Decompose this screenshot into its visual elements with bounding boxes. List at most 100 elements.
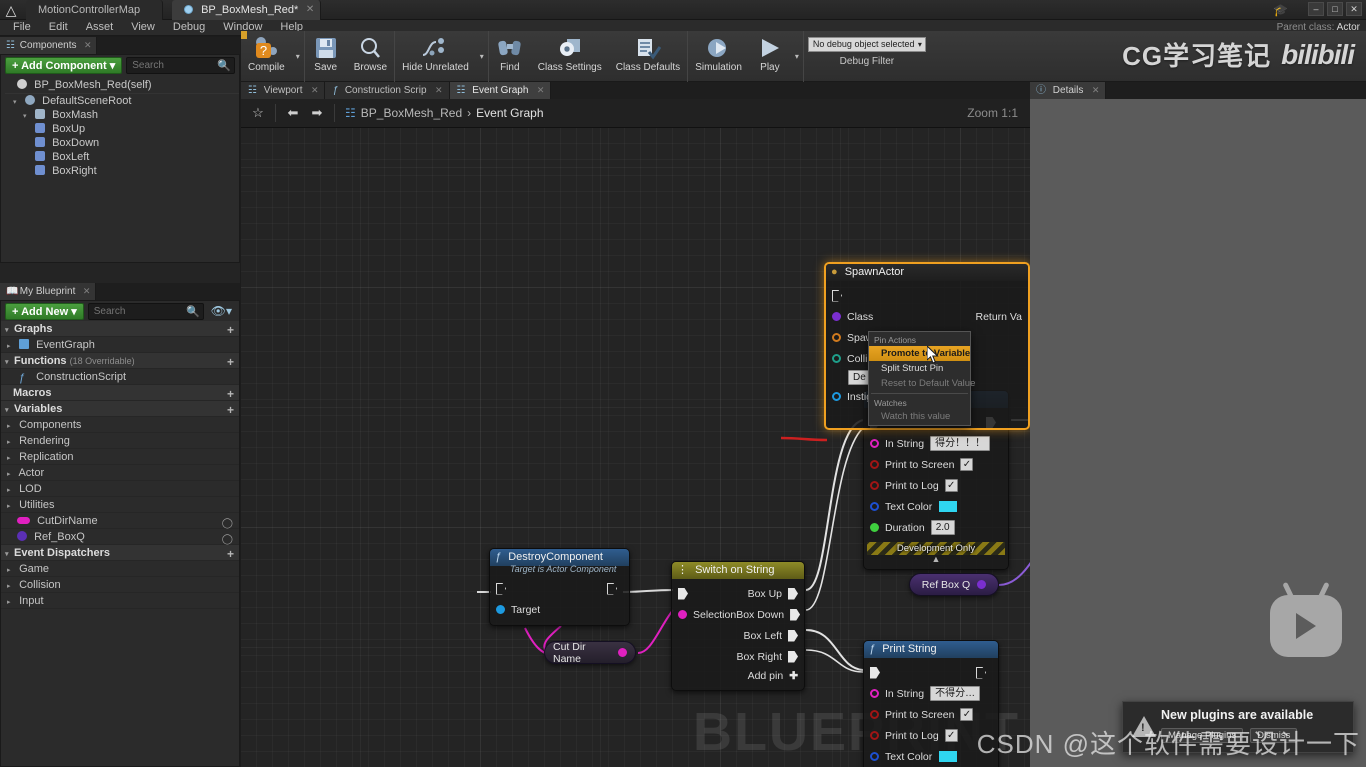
exec-out-pin[interactable] [607,582,617,595]
print-to-log-checkbox[interactable]: ✓ [944,479,958,492]
close-icon[interactable]: ✕ [435,82,443,99]
compile-dropdown-icon[interactable]: ▾ [292,52,304,61]
tree-row-boxdown[interactable]: BoxDown [5,136,239,150]
print-to-screen-pin[interactable] [870,710,879,719]
breadcrumb-root[interactable]: BP_BoxMesh_Red [361,106,462,120]
close-icon[interactable]: ✕ [83,283,91,300]
row-var-cutdirname[interactable]: CutDirName ◯ [1,513,239,529]
find-button[interactable]: Find [489,31,531,82]
menu-view[interactable]: View [122,20,164,35]
menu-item-promote-to-variable[interactable]: Promote to Variable [869,346,970,361]
add-function-button[interactable]: + [227,354,234,370]
tab-my-blueprint[interactable]: 📖 My Blueprint ✕ [0,283,97,300]
row-var-replication[interactable]: ▸ Replication [1,449,239,465]
output-pin[interactable] [977,580,987,589]
row-var-components[interactable]: ▸ Components [1,417,239,433]
exec-out-box-up[interactable] [788,587,798,600]
in-string-pin[interactable] [870,689,879,698]
browse-button[interactable]: Browse [347,31,394,82]
tree-row-boxmash[interactable]: ▾ BoxMash [5,108,239,122]
exec-out-pin[interactable] [976,666,986,679]
node-destroy-component[interactable]: ƒ DestroyComponent Target is Actor Compo… [489,548,630,626]
hide-unrelated-button[interactable]: Hide Unrelated [395,31,476,82]
tab-event-graph[interactable]: ☷ Event Graph ✕ [449,82,552,99]
my-blueprint-search-box[interactable]: 🔍 [87,302,204,320]
text-color-swatch[interactable] [938,750,959,763]
play-button[interactable]: Play [749,31,791,82]
breadcrumb-current[interactable]: Event Graph [476,106,543,120]
close-icon[interactable]: ✕ [84,37,92,54]
window-tab-motioncontrollermap[interactable]: MotionControllerMap [26,0,164,20]
target-pin[interactable] [496,605,505,614]
close-icon[interactable]: ✕ [306,0,314,20]
print-to-screen-pin[interactable] [870,460,879,469]
node-ref-box-q[interactable]: Ref Box Q [909,573,999,596]
graduation-cap-icon[interactable]: 🎓 [1273,3,1288,17]
add-new-button[interactable]: + Add New ▾ [5,302,84,320]
exec-in-pin[interactable] [678,587,688,600]
row-constructionscript[interactable]: ƒ ConstructionScript [1,369,239,385]
menu-edit[interactable]: Edit [40,20,77,35]
node-cut-dir-name[interactable]: Cut Dir Name [544,641,636,665]
section-macros[interactable]: Macros + [1,385,239,401]
exec-in-pin[interactable] [496,582,506,595]
row-dispatcher-collision[interactable]: ▸ Collision [1,577,239,593]
visibility-eye-icon[interactable]: 👁▾ [208,304,235,318]
blueprint-graph-canvas[interactable]: BLUEPRINT ƒ DestroyComponent Target is A… [241,128,1030,767]
minimize-button[interactable]: – [1308,2,1324,16]
collapse-arrow-icon[interactable]: ▲ [864,555,1008,564]
tab-details[interactable]: ⓘ Details ✕ [1030,82,1107,99]
exec-out-box-right[interactable] [788,650,798,663]
maximize-button[interactable]: □ [1327,2,1343,16]
close-icon[interactable]: ✕ [1092,82,1100,99]
tree-arrow-icon[interactable]: ▾ [23,110,32,124]
section-event-dispatchers[interactable]: ▾ Event Dispatchers + [1,545,239,561]
simulation-button[interactable]: Simulation [688,31,749,82]
duration-pin[interactable] [870,523,879,532]
row-dispatcher-game[interactable]: ▸ Game [1,561,239,577]
class-pin[interactable] [832,312,841,321]
tree-arrow-icon[interactable]: ▾ [13,96,22,110]
save-button[interactable]: Save [305,31,347,82]
debug-object-select[interactable]: No debug object selected ▾ [807,37,926,52]
row-var-utilities[interactable]: ▸ Utilities [1,497,239,513]
close-button[interactable]: ✕ [1346,2,1362,16]
add-graph-button[interactable]: + [227,322,234,338]
exec-out-box-down[interactable] [790,608,801,621]
exec-in-pin[interactable] [870,666,880,679]
add-dispatcher-button[interactable]: + [227,546,234,562]
play-dropdown-icon[interactable]: ▾ [791,52,803,61]
back-arrow-icon[interactable]: ⬅ [282,102,304,124]
tree-row-boxleft[interactable]: BoxLeft [5,150,239,164]
instigator-pin[interactable] [832,392,841,401]
in-string-value[interactable]: 得分！！！ [930,436,991,451]
tab-components[interactable]: ☷ Components ✕ [0,37,98,54]
duration-value[interactable]: 2.0 [930,520,955,535]
tree-row-boxright[interactable]: BoxRight [5,164,239,178]
row-dispatcher-input[interactable]: ▸ Input [1,593,239,609]
close-icon[interactable]: ✕ [311,82,319,99]
close-icon[interactable]: ✕ [537,82,545,99]
tree-row-boxup[interactable]: BoxUp [5,122,239,136]
add-macro-button[interactable]: + [227,386,234,402]
row-eventgraph[interactable]: ▸ EventGraph [1,337,239,353]
menu-debug[interactable]: Debug [164,20,214,35]
output-pin[interactable] [618,648,627,657]
favorite-star-icon[interactable]: ☆ [247,102,269,124]
section-graphs[interactable]: ▾ Graphs + [1,321,239,337]
row-add-pin[interactable]: Add pin ✚ [672,667,804,685]
row-var-ref-boxq[interactable]: Ref_BoxQ ◯ [1,529,239,545]
node-switch-on-string[interactable]: ⋮ Switch on String Box Up Selection Box … [671,561,805,691]
exec-in-pin[interactable] [832,289,842,302]
menu-asset[interactable]: Asset [77,20,123,35]
print-to-log-pin[interactable] [870,481,879,490]
print-to-log-checkbox[interactable]: ✓ [944,729,958,742]
section-functions[interactable]: ▾ Functions (18 Overridable) + [1,353,239,369]
print-to-log-pin[interactable] [870,731,879,740]
pin-context-menu[interactable]: Pin Actions Promote to Variable Split St… [868,331,975,426]
print-to-screen-checkbox[interactable]: ✓ [960,458,974,471]
menu-item-split-struct-pin[interactable]: Split Struct Pin [869,361,970,376]
details-panel-body[interactable] [1030,99,1366,767]
plus-icon[interactable]: ✚ [789,670,798,682]
tab-viewport[interactable]: ☷ Viewport ✕ [241,82,326,99]
